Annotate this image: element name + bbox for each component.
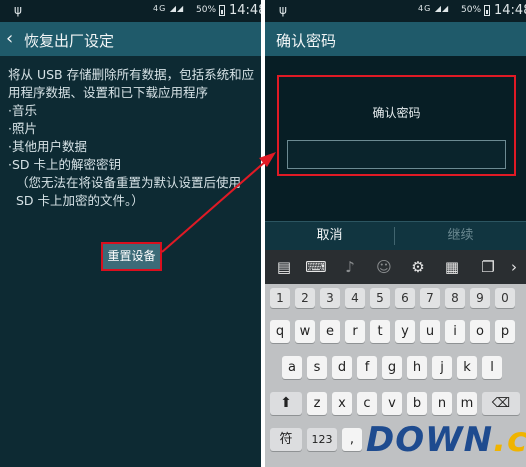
watermark-logo: DOWN.cc [366, 420, 526, 460]
annotation-arrow [161, 152, 276, 253]
